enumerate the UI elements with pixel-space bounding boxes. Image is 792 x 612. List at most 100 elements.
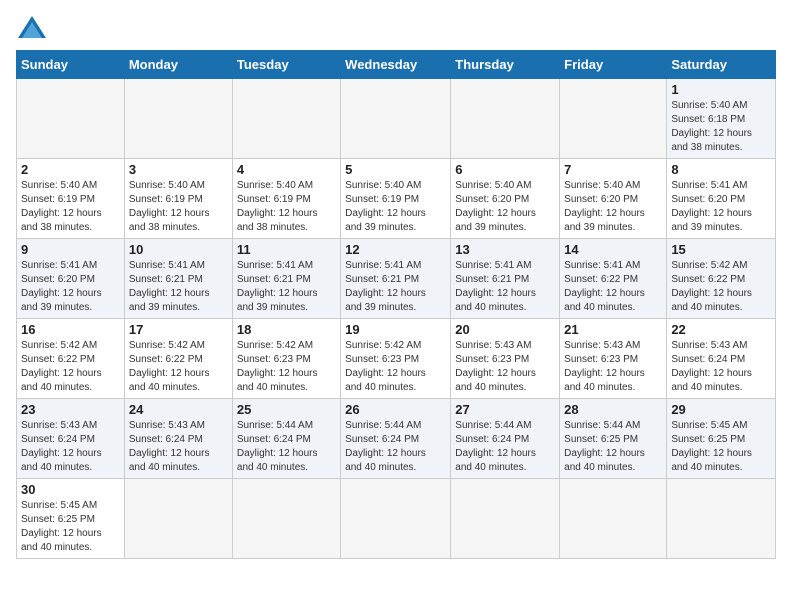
day-info: Sunrise: 5:42 AM Sunset: 6:22 PM Dayligh…	[129, 339, 228, 395]
day-info: Sunrise: 5:43 AM Sunset: 6:23 PM Dayligh…	[455, 339, 555, 395]
calendar-cell: 5 Sunrise: 5:40 AM Sunset: 6:19 PM Daylig…	[341, 159, 451, 239]
day-info: Sunrise: 5:41 AM Sunset: 6:21 PM Dayligh…	[455, 259, 555, 315]
day-info: Sunrise: 5:41 AM Sunset: 6:21 PM Dayligh…	[345, 259, 446, 315]
day-number: 19	[345, 322, 446, 337]
calendar-cell: 6 Sunrise: 5:40 AM Sunset: 6:20 PM Daylig…	[451, 159, 560, 239]
day-number: 29	[671, 402, 771, 417]
day-info: Sunrise: 5:40 AM Sunset: 6:19 PM Dayligh…	[345, 179, 446, 235]
calendar-cell	[341, 79, 451, 159]
day-number: 7	[564, 162, 662, 177]
day-info: Sunrise: 5:41 AM Sunset: 6:21 PM Dayligh…	[237, 259, 336, 315]
day-number: 14	[564, 242, 662, 257]
day-number: 11	[237, 242, 336, 257]
day-number: 15	[671, 242, 771, 257]
calendar-cell: 16Sunrise: 5:42 AM Sunset: 6:22 PM Dayli…	[17, 319, 125, 399]
day-number: 30	[21, 482, 120, 497]
day-number: 22	[671, 322, 771, 337]
day-info: Sunrise: 5:40 AM Sunset: 6:19 PM Dayligh…	[21, 179, 120, 235]
weekday-header-thursday: Thursday	[451, 51, 560, 79]
day-number: 27	[455, 402, 555, 417]
calendar-cell: 20Sunrise: 5:43 AM Sunset: 6:23 PM Dayli…	[451, 319, 560, 399]
day-number: 6	[455, 162, 555, 177]
calendar-cell	[232, 479, 340, 559]
calendar-cell: 19 Sunrise: 5:42 AM Sunset: 6:23 PM Dayli…	[341, 319, 451, 399]
day-number: 21	[564, 322, 662, 337]
day-info: Sunrise: 5:41 AM Sunset: 6:21 PM Dayligh…	[129, 259, 228, 315]
calendar-cell	[667, 479, 776, 559]
day-number: 10	[129, 242, 228, 257]
calendar-cell: 29Sunrise: 5:45 AM Sunset: 6:25 PM Dayli…	[667, 399, 776, 479]
weekday-header-row: SundayMondayTuesdayWednesdayThursdayFrid…	[17, 51, 776, 79]
calendar-cell: 12 Sunrise: 5:41 AM Sunset: 6:21 PM Dayli…	[341, 239, 451, 319]
page-header	[16, 16, 776, 38]
weekday-header-saturday: Saturday	[667, 51, 776, 79]
weekday-header-monday: Monday	[124, 51, 232, 79]
calendar-cell: 8 Sunrise: 5:41 AM Sunset: 6:20 PM Daylig…	[667, 159, 776, 239]
calendar-cell: 17 Sunrise: 5:42 AM Sunset: 6:22 PM Dayli…	[124, 319, 232, 399]
calendar-cell: 2 Sunrise: 5:40 AM Sunset: 6:19 PM Daylig…	[17, 159, 125, 239]
day-info: Sunrise: 5:40 AM Sunset: 6:19 PM Dayligh…	[237, 179, 336, 235]
day-info: Sunrise: 5:41 AM Sunset: 6:20 PM Dayligh…	[671, 179, 771, 235]
calendar-cell: 21 Sunrise: 5:43 AM Sunset: 6:23 PM Dayli…	[560, 319, 667, 399]
day-number: 28	[564, 402, 662, 417]
calendar-cell: 7 Sunrise: 5:40 AM Sunset: 6:20 PM Daylig…	[560, 159, 667, 239]
calendar-cell: 4 Sunrise: 5:40 AM Sunset: 6:19 PM Daylig…	[232, 159, 340, 239]
weekday-header-sunday: Sunday	[17, 51, 125, 79]
day-info: Sunrise: 5:43 AM Sunset: 6:23 PM Dayligh…	[564, 339, 662, 395]
calendar-week-row: 23 Sunrise: 5:43 AM Sunset: 6:24 PM Dayli…	[17, 399, 776, 479]
calendar-cell: 27Sunrise: 5:44 AM Sunset: 6:24 PM Dayli…	[451, 399, 560, 479]
calendar-cell: 15 Sunrise: 5:42 AM Sunset: 6:22 PM Dayli…	[667, 239, 776, 319]
calendar-cell: 10 Sunrise: 5:41 AM Sunset: 6:21 PM Dayli…	[124, 239, 232, 319]
weekday-header-tuesday: Tuesday	[232, 51, 340, 79]
day-number: 26	[345, 402, 446, 417]
day-number: 12	[345, 242, 446, 257]
day-info: Sunrise: 5:43 AM Sunset: 6:24 PM Dayligh…	[129, 419, 228, 475]
day-number: 13	[455, 242, 555, 257]
day-info: Sunrise: 5:41 AM Sunset: 6:22 PM Dayligh…	[564, 259, 662, 315]
calendar-cell: 9Sunrise: 5:41 AM Sunset: 6:20 PM Daylig…	[17, 239, 125, 319]
day-info: Sunrise: 5:43 AM Sunset: 6:24 PM Dayligh…	[21, 419, 120, 475]
day-number: 5	[345, 162, 446, 177]
calendar-cell	[124, 479, 232, 559]
logo-area	[16, 16, 46, 38]
calendar-cell	[451, 79, 560, 159]
calendar-cell: 25Sunrise: 5:44 AM Sunset: 6:24 PM Dayli…	[232, 399, 340, 479]
day-info: Sunrise: 5:42 AM Sunset: 6:22 PM Dayligh…	[671, 259, 771, 315]
day-info: Sunrise: 5:42 AM Sunset: 6:23 PM Dayligh…	[237, 339, 336, 395]
calendar-cell: 23 Sunrise: 5:43 AM Sunset: 6:24 PM Dayli…	[17, 399, 125, 479]
day-info: Sunrise: 5:44 AM Sunset: 6:24 PM Dayligh…	[237, 419, 336, 475]
day-number: 3	[129, 162, 228, 177]
calendar-cell: 24 Sunrise: 5:43 AM Sunset: 6:24 PM Dayli…	[124, 399, 232, 479]
day-number: 18	[237, 322, 336, 337]
day-number: 1	[671, 82, 771, 97]
calendar-cell: 30Sunrise: 5:45 AM Sunset: 6:25 PM Dayli…	[17, 479, 125, 559]
day-info: Sunrise: 5:40 AM Sunset: 6:19 PM Dayligh…	[129, 179, 228, 235]
day-info: Sunrise: 5:40 AM Sunset: 6:20 PM Dayligh…	[564, 179, 662, 235]
calendar-cell	[560, 479, 667, 559]
day-info: Sunrise: 5:44 AM Sunset: 6:24 PM Dayligh…	[345, 419, 446, 475]
calendar-week-row: 16Sunrise: 5:42 AM Sunset: 6:22 PM Dayli…	[17, 319, 776, 399]
day-number: 8	[671, 162, 771, 177]
day-number: 23	[21, 402, 120, 417]
calendar-cell: 14 Sunrise: 5:41 AM Sunset: 6:22 PM Dayli…	[560, 239, 667, 319]
calendar-week-row: 30Sunrise: 5:45 AM Sunset: 6:25 PM Dayli…	[17, 479, 776, 559]
day-info: Sunrise: 5:42 AM Sunset: 6:23 PM Dayligh…	[345, 339, 446, 395]
calendar-cell	[560, 79, 667, 159]
calendar-week-row: 9Sunrise: 5:41 AM Sunset: 6:20 PM Daylig…	[17, 239, 776, 319]
day-number: 24	[129, 402, 228, 417]
weekday-header-friday: Friday	[560, 51, 667, 79]
weekday-header-wednesday: Wednesday	[341, 51, 451, 79]
calendar-cell	[17, 79, 125, 159]
calendar-cell	[232, 79, 340, 159]
day-number: 17	[129, 322, 228, 337]
calendar-cell: 13 Sunrise: 5:41 AM Sunset: 6:21 PM Dayli…	[451, 239, 560, 319]
day-info: Sunrise: 5:40 AM Sunset: 6:20 PM Dayligh…	[455, 179, 555, 235]
day-info: Sunrise: 5:42 AM Sunset: 6:22 PM Dayligh…	[21, 339, 120, 395]
day-info: Sunrise: 5:41 AM Sunset: 6:20 PM Dayligh…	[21, 259, 120, 315]
day-number: 4	[237, 162, 336, 177]
day-info: Sunrise: 5:44 AM Sunset: 6:25 PM Dayligh…	[564, 419, 662, 475]
calendar-cell	[124, 79, 232, 159]
day-number: 2	[21, 162, 120, 177]
day-info: Sunrise: 5:40 AM Sunset: 6:18 PM Dayligh…	[671, 99, 771, 155]
calendar-week-row: 1 Sunrise: 5:40 AM Sunset: 6:18 PM Daylig…	[17, 79, 776, 159]
